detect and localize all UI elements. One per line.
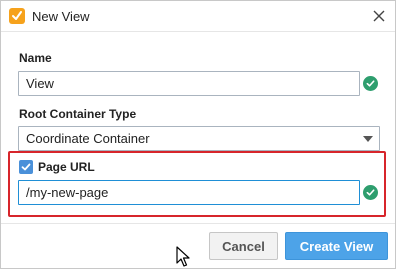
valid-check-icon: [363, 185, 378, 200]
page-url-label: Page URL: [38, 160, 95, 174]
create-view-button[interactable]: Create View: [285, 232, 388, 260]
name-label: Name: [19, 51, 52, 65]
title-bar: New View: [1, 1, 395, 32]
root-container-type-value: Coordinate Container: [26, 131, 150, 146]
valid-check-icon: [363, 76, 378, 91]
name-field[interactable]: View: [18, 71, 360, 96]
app-logo-icon: [9, 8, 25, 24]
cancel-button[interactable]: Cancel: [209, 232, 278, 260]
root-container-type-select[interactable]: Coordinate Container: [18, 126, 380, 151]
root-container-type-label: Root Container Type: [19, 107, 137, 121]
page-url-checkbox[interactable]: [19, 160, 33, 174]
new-view-dialog: New View Name View Root Container Type C…: [0, 0, 396, 269]
mouse-cursor-icon: [176, 246, 190, 267]
checkmark-icon: [21, 163, 31, 171]
footer-divider: [1, 223, 395, 224]
dialog-title: New View: [32, 9, 90, 24]
close-icon: [373, 10, 385, 22]
dropdown-arrow-icon: [363, 136, 373, 142]
close-button[interactable]: [367, 5, 391, 27]
page-url-field[interactable]: /my-new-page: [18, 180, 360, 205]
